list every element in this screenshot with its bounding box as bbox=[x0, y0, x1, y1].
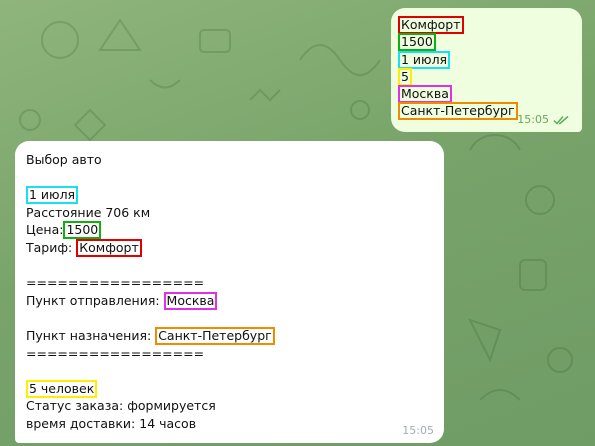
message-line: 1 июля bbox=[26, 186, 434, 205]
incoming-message[interactable]: Выбор авто 1 июля Расстояние 706 км Цена… bbox=[15, 141, 444, 443]
separator: ================= bbox=[26, 275, 205, 291]
distance-text: Расстояние 706 км bbox=[26, 204, 151, 220]
tariff-highlight: Комфорт bbox=[76, 238, 142, 257]
price-label: Цена: bbox=[26, 222, 64, 238]
tariff-label: Тариф: bbox=[26, 239, 73, 255]
message-time: 15:05 bbox=[517, 113, 549, 126]
outgoing-message[interactable]: Комфорт 1500 1 июля 5 Москва Санкт-Петер… bbox=[391, 8, 582, 132]
passengers-highlight: 5 bbox=[398, 67, 412, 86]
destination-highlight: Санкт-Петербург bbox=[155, 326, 275, 345]
order-status-text: Статус заказа: формируется bbox=[26, 398, 216, 414]
price-highlight: 1500 bbox=[398, 33, 436, 52]
destination-label: Пункт назначения: bbox=[26, 327, 152, 343]
separator: ================= bbox=[26, 345, 205, 361]
message-meta: 15:05 bbox=[402, 424, 434, 437]
price-highlight: 1500 bbox=[63, 221, 102, 240]
origin-highlight: Москва bbox=[163, 291, 218, 310]
tariff-line: Тариф: Комфорт bbox=[26, 238, 434, 257]
passengers-line: 5 человек bbox=[26, 379, 434, 398]
origin-highlight: Москва bbox=[398, 85, 452, 104]
destination-line: Пункт назначения: Санкт-Петербург bbox=[26, 326, 434, 345]
passengers-highlight: 5 человек bbox=[26, 379, 98, 398]
message-line: 1 июля bbox=[398, 50, 574, 69]
destination-highlight: Санкт-Петербург bbox=[398, 102, 518, 121]
message-line: 5 bbox=[398, 67, 574, 86]
origin-line: Пункт отправления: Москва bbox=[26, 291, 434, 310]
origin-label: Пункт отправления: bbox=[26, 292, 160, 308]
delivery-time-text: время доставки: 14 часов bbox=[26, 415, 197, 431]
date-highlight: 1 июля bbox=[398, 50, 451, 69]
message-line: Комфорт bbox=[398, 16, 574, 34]
message-title: Выбор авто bbox=[26, 152, 102, 167]
message-meta: 15:05 bbox=[517, 113, 570, 126]
message-time: 15:05 bbox=[402, 424, 434, 437]
date-highlight: 1 июля bbox=[26, 186, 79, 205]
message-line: Москва bbox=[398, 85, 574, 104]
message-line: 1500 bbox=[398, 33, 574, 52]
tariff-highlight: Комфорт bbox=[398, 16, 464, 34]
price-line: Цена: 1500 bbox=[26, 221, 434, 240]
double-check-icon bbox=[553, 115, 570, 125]
